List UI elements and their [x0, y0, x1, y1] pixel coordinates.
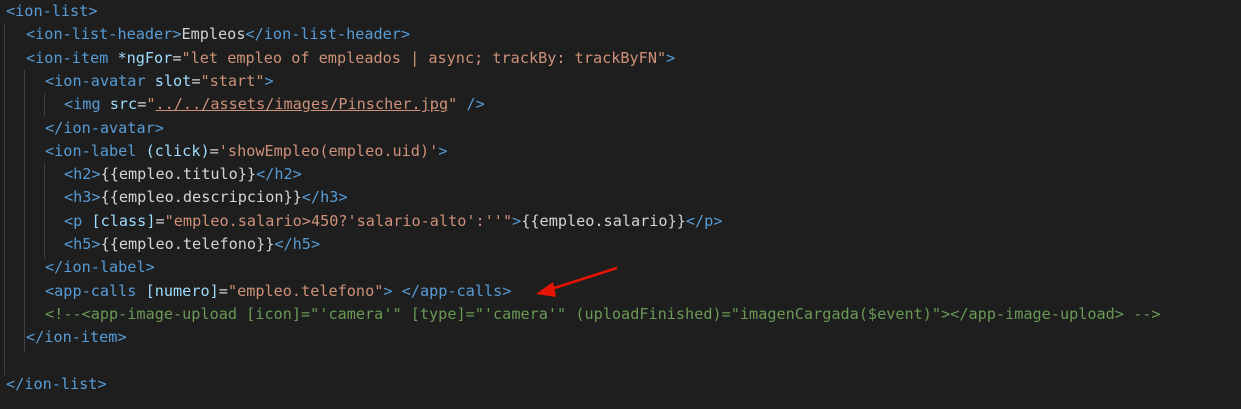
code-editor[interactable]: <ion-list> <ion-list-header>Empleos</ion…	[0, 0, 1241, 409]
red-arrow-icon	[536, 266, 618, 297]
